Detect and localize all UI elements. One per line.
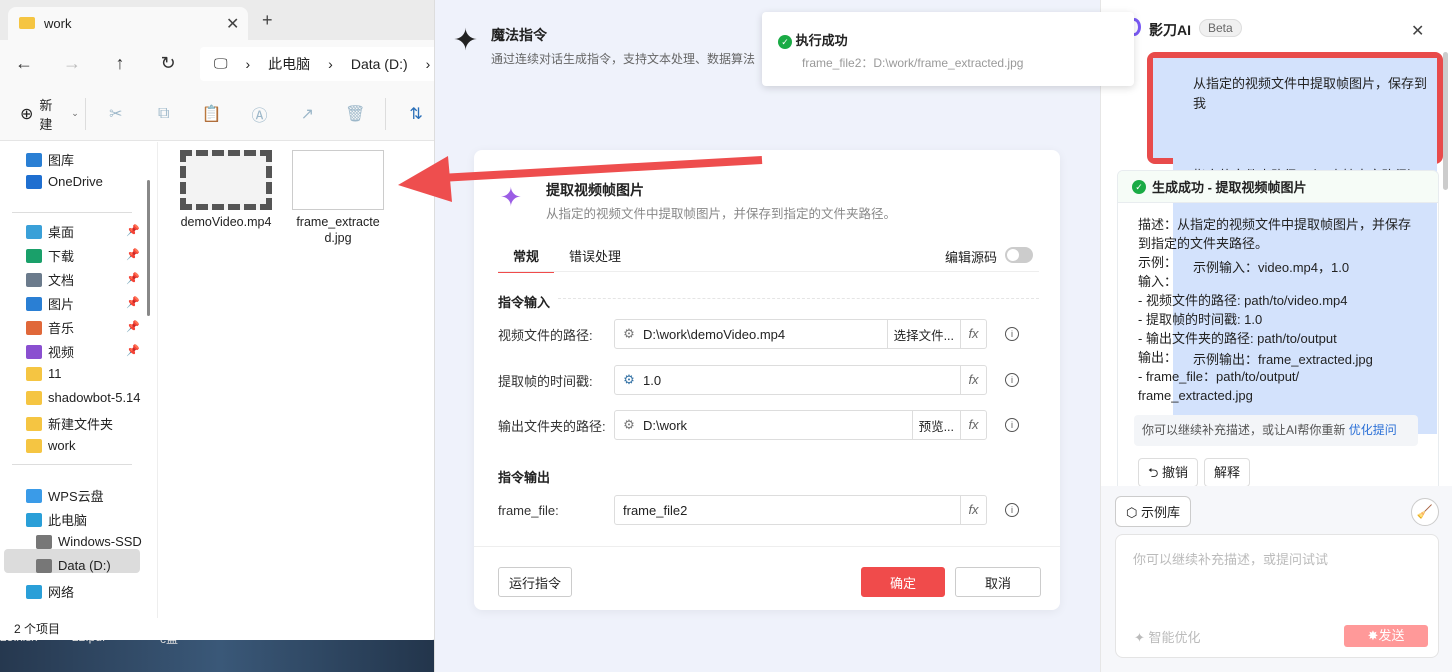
annotation-arrow xyxy=(398,156,763,202)
